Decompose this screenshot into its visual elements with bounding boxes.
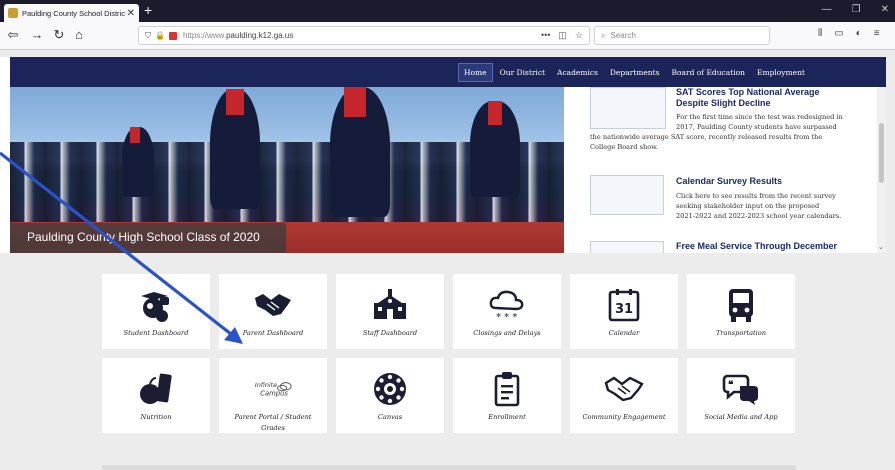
tracking-icon [168, 31, 177, 40]
news-body: College Board show. [590, 143, 659, 151]
tile-label: Community Engagement [582, 413, 666, 421]
handshake-outline-icon [604, 372, 644, 406]
news-list: SAT Scores Top National Average Despite … [564, 87, 886, 253]
search-input[interactable]: ⌕ Search [594, 26, 770, 45]
tile-label: Student Dashboard [123, 329, 189, 337]
tile-label: Staff Dashboard [362, 329, 418, 337]
close-window-icon[interactable]: ✕ [881, 4, 889, 15]
sidebar-icon[interactable]: ▭ [834, 28, 843, 39]
url-domain: paulding.k12.ga.us [226, 31, 294, 40]
tile-label: Parent Dashboard [242, 329, 304, 337]
news-title[interactable]: SAT Scores Top National Average [676, 87, 820, 97]
tab-title: Paulding County School Distric [22, 8, 125, 18]
tile-label: Social Media and App [704, 413, 778, 421]
tile-calendar[interactable]: 31 Calendar [570, 274, 678, 349]
nav-item-board-of-education[interactable]: Board of Education [667, 64, 750, 81]
page-content: Home Our District Academics Departments Boar… [0, 51, 895, 470]
menu-icon[interactable]: ≡ [874, 28, 880, 39]
bus-icon [721, 288, 761, 322]
minimize-icon[interactable]: — [822, 4, 832, 15]
news-title[interactable]: Calendar Survey Results [676, 176, 782, 186]
school-building-icon [370, 288, 410, 322]
tile-closings-and-delays[interactable]: * * * Closings and Delays [453, 274, 561, 349]
tile-student-dashboard[interactable]: Student Dashboard [102, 274, 210, 349]
clipboard-icon [487, 372, 527, 407]
news-title[interactable]: Despite Slight Decline [676, 98, 771, 108]
tile-transportation[interactable]: Transportation [687, 274, 795, 349]
news-body: Click here to see results from the recen… [676, 192, 836, 200]
page-actions-icon[interactable]: ••• [541, 30, 550, 41]
nav-item-academics[interactable]: Academics [552, 64, 603, 81]
calendar-date-text: 31 [615, 302, 633, 317]
new-tab-button[interactable]: + [144, 2, 152, 18]
forward-icon[interactable]: → [28, 27, 46, 42]
infinite-campus-logo: Infinite Campus [253, 372, 293, 406]
news-thumbnail[interactable] [590, 241, 664, 253]
tile-label: Enrollment [488, 413, 526, 421]
site-favicon-icon [8, 8, 18, 18]
lock-icon: 🔒 [155, 31, 165, 40]
logo-text: Infinite [255, 381, 277, 389]
tile-parent-dashboard[interactable]: Parent Dashboard [219, 274, 327, 349]
news-thumbnail[interactable] [590, 175, 664, 215]
library-icon[interactable]: ⫴ [818, 28, 822, 39]
browser-tab[interactable]: Paulding County School Distric ✕ [4, 4, 139, 22]
back-icon[interactable]: ⇦ [4, 27, 22, 43]
hero-caption: Paulding County High School Class of 202… [10, 223, 286, 253]
pocket-icon[interactable]: ◫ [558, 30, 567, 41]
tile-label: Canvas [377, 413, 403, 421]
svg-text:❝: ❝ [728, 380, 734, 391]
tile-social-media-and-app[interactable]: ❝ Social Media and App [687, 358, 795, 433]
restore-icon[interactable]: ❐ [852, 4, 861, 15]
tile-community-engagement[interactable]: Community Engagement [570, 358, 678, 433]
tile-canvas[interactable]: Canvas [336, 358, 444, 433]
student-icon [136, 288, 176, 322]
tile-staff-dashboard[interactable]: Staff Dashboard [336, 274, 444, 349]
extension-icon[interactable]: ◐ [856, 28, 862, 39]
close-tab-icon[interactable]: ✕ [127, 8, 135, 19]
news-body: 2017, Paulding County students have surp… [676, 123, 837, 131]
apple-icon [136, 372, 176, 406]
handshake-icon [253, 288, 293, 322]
nav-item-home[interactable]: Home [458, 62, 493, 82]
tile-label: Transportation [715, 329, 766, 337]
news-body: 2021-2022 and 2022-2023 school year cale… [676, 212, 842, 220]
tile-enrollment[interactable]: Enrollment [453, 358, 561, 433]
news-thumbnail[interactable] [590, 87, 666, 129]
tile-parent-portal-student[interactable]: Infinite Campus Parent Portal / Student Gra… [219, 358, 327, 433]
browser-toolbar: ⇦ → ↻ ⌂ ⛉ 🔒 https://www. paulding.k12.ga… [0, 22, 895, 50]
tile-label: Nutrition [140, 413, 172, 421]
nav-item-our-district[interactable]: Our District [495, 64, 550, 81]
news-title[interactable]: Free Meal Service Through December [676, 241, 837, 251]
tile-label: Parent Portal / Student Grades [234, 413, 312, 432]
snow-cloud-icon: * * * [487, 288, 527, 322]
search-placeholder: Search [610, 31, 636, 40]
address-bar[interactable]: ⛉ 🔒 https://www. paulding.k12.ga.us ••• … [138, 26, 590, 45]
nav-item-departments[interactable]: Departments [605, 64, 665, 81]
site-navigation: Home Our District Academics Departments Boar… [10, 57, 886, 87]
news-body: the nationwide average SAT score, recent… [590, 133, 823, 141]
browser-tab-bar: Paulding County School Distric ✕ + — ❐ ✕ [0, 0, 895, 22]
news-scrollbar[interactable]: ⌄ [877, 87, 886, 253]
reload-icon[interactable]: ↻ [50, 27, 68, 43]
news-body: seeking stakeholder input on the propose… [676, 202, 820, 210]
search-icon: ⌕ [601, 30, 606, 40]
tile-nutrition[interactable]: Nutrition [102, 358, 210, 433]
tile-label: Closings and Delays [473, 329, 541, 337]
bookmark-star-icon[interactable]: ☆ [575, 30, 583, 41]
svg-text:* * *: * * * [496, 312, 517, 322]
nav-item-employment[interactable]: Employment [752, 64, 810, 81]
url-scheme: https://www. [182, 31, 227, 40]
calendar-icon: 31 [604, 288, 644, 322]
home-icon[interactable]: ⌂ [70, 27, 88, 42]
chat-bubbles-icon: ❝ [721, 372, 761, 406]
shield-icon: ⛉ [145, 30, 151, 40]
tile-label: Calendar [608, 329, 640, 337]
hero-image[interactable]: Paulding County High School Class of 202… [10, 87, 564, 253]
news-body: For the first time since the test was re… [676, 113, 843, 121]
canvas-icon [370, 372, 410, 406]
chevron-down-icon[interactable]: ⌄ [878, 243, 884, 251]
